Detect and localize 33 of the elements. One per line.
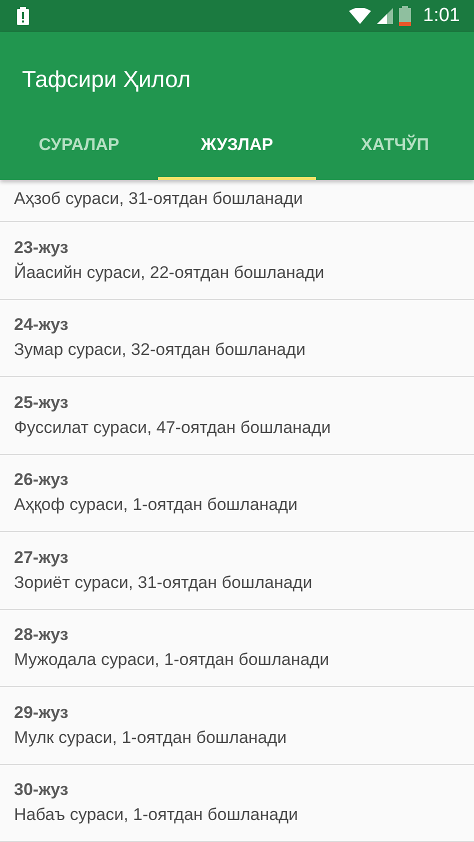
juz-title: 29-жуз: [14, 702, 70, 723]
list-item[interactable]: Аҳзоб сураси, 31-оятдан бошланади: [0, 180, 474, 222]
juz-title: 30-жуз: [14, 780, 70, 800]
juz-title: 25-жуз: [14, 392, 70, 413]
list-item[interactable]: 29-жуз Мулк сураси, 1-оятдан бошланади: [0, 687, 474, 764]
wifi-icon: [349, 8, 372, 24]
juz-description: Фуссилат сураси, 47-оятдан бошланади: [14, 418, 332, 438]
juz-description: Зориёт сураси, 31-оятдан бошланади: [14, 572, 314, 593]
clock-time: 1:01: [423, 5, 460, 27]
juz-title: 27-жуз: [14, 548, 70, 568]
juz-title: 24-жуз: [14, 315, 70, 336]
juz-description: Мулк сураси, 1-оятдан бошланади: [14, 728, 288, 748]
app-title: Тафсири Ҳилол: [21, 65, 192, 94]
juz-description: Мужодала сураси, 1-оятдан бошланади: [14, 650, 330, 670]
juz-description: Зумар сураси, 32-оятдан бошланади: [14, 340, 306, 360]
list-item[interactable]: 25-жуз Фуссилат сураси, 47-оятдан бошланади: [0, 377, 474, 454]
list-item[interactable]: 23-жуз Йаасийн сураси, 22-оятдан бошланади: [0, 222, 474, 300]
juz-title: 26-жуз: [14, 470, 70, 490]
alert-icon: [17, 7, 29, 25]
list-item[interactable]: 30-жуз Набаъ сураси, 1-оятдан бошланади: [0, 764, 474, 842]
juz-title: 28-жуз: [14, 625, 70, 646]
list-item[interactable]: 24-жуз Зумар сураси, 32-оятдан бошланади: [0, 300, 474, 377]
juz-title: 23-жуз: [14, 238, 70, 258]
juz-description: Набаъ сураси, 1-оятдан бошланади: [14, 805, 299, 826]
juz-description: Йаасийн сураси, 22-оятдан бошланади: [14, 262, 326, 283]
battery-icon: [399, 6, 412, 26]
list-item[interactable]: 28-жуз Мужодала сураси, 1-оятдан бошланади: [0, 610, 474, 687]
list-item[interactable]: 27-жуз Зориёт сураси, 31-оятдан бошланади: [0, 532, 474, 610]
juz-description: Аҳзоб сураси, 31-оятдан бошланади: [14, 189, 304, 209]
tab[interactable]: ЖУЗЛАР: [158, 110, 316, 180]
signal-icon: [377, 8, 394, 24]
juz-description: Аҳқоф сураси, 1-оятдан бошланади: [14, 495, 299, 516]
list-item[interactable]: 26-жуз Аҳқоф сураси, 1-оятдан бошланади: [0, 454, 474, 532]
